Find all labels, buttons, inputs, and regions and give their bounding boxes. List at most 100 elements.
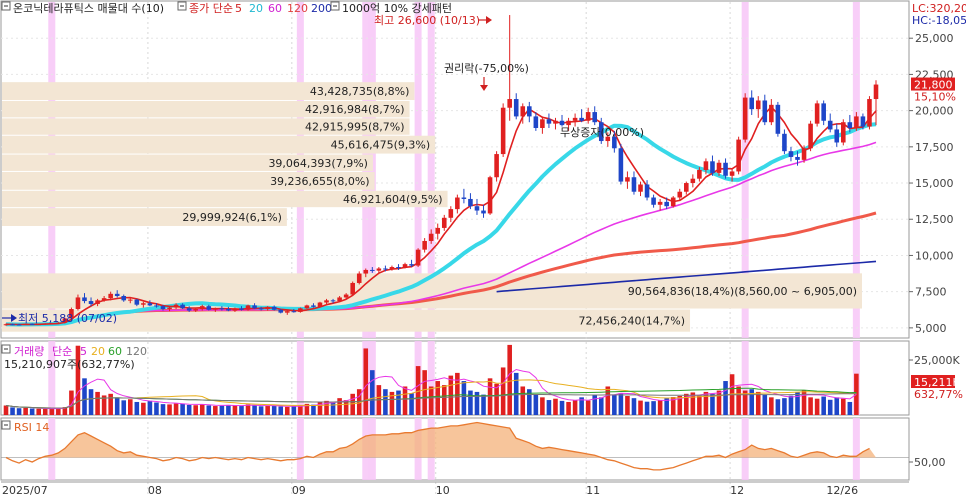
candle-body <box>180 304 185 309</box>
volume-ma-60: 60 <box>108 345 122 358</box>
volume-bar <box>16 408 22 415</box>
candle-body <box>481 210 486 214</box>
price-tick-label: 17,500 <box>915 141 954 154</box>
candle-body <box>389 267 395 270</box>
volume-bar <box>775 399 781 415</box>
volume-bar <box>199 404 205 415</box>
candle-body <box>769 104 774 123</box>
price-tick-label: 10,000 <box>915 249 954 262</box>
current-change: 15,10% <box>914 91 956 104</box>
volume-bar <box>141 402 146 415</box>
candle-body <box>527 106 532 117</box>
candle-body <box>827 120 833 130</box>
price-title[interactable]: 온코닉테라퓨틱스 매물대 수(10) <box>13 2 164 15</box>
candle-body <box>684 183 689 192</box>
candle-body <box>441 217 447 228</box>
volume-bar <box>540 397 545 415</box>
volume-title[interactable]: 거래량 <box>14 345 44 358</box>
volume-bar <box>598 397 604 415</box>
candle-body <box>533 116 539 128</box>
candle-body <box>847 122 853 128</box>
candle-body <box>468 198 473 207</box>
ma-prefix[interactable]: 종가 단순 <box>189 2 233 15</box>
candle-body <box>592 112 598 123</box>
volume-bar <box>206 405 212 415</box>
volume-bar <box>710 393 715 415</box>
candle-body <box>154 305 159 307</box>
volume-bar <box>29 408 35 415</box>
volume-bar <box>402 386 408 415</box>
candle-body <box>343 294 349 298</box>
highlight-band <box>852 418 860 480</box>
volume-bar <box>638 400 643 415</box>
candle-body <box>350 282 355 295</box>
date-label: 09 <box>292 484 306 497</box>
candle-body <box>376 268 382 271</box>
candle-body <box>795 156 800 160</box>
candle-body <box>579 117 584 121</box>
candle-body <box>703 161 709 170</box>
candle-body <box>428 233 434 241</box>
volume-bar <box>147 400 153 415</box>
volume-bar <box>252 405 257 415</box>
candle-body <box>199 306 205 310</box>
candle-body <box>834 129 840 143</box>
profile-label: 45,616,475(9,3%) <box>331 139 431 152</box>
price-tick-label: 15,000 <box>915 177 954 190</box>
candle-body <box>664 201 669 207</box>
date-label: 12 <box>730 484 744 497</box>
volume-bar <box>716 390 722 415</box>
candle-body <box>854 116 859 128</box>
candle-body <box>186 308 192 311</box>
candle-body <box>147 303 153 306</box>
volume-bar <box>782 398 787 415</box>
volume-bar <box>422 370 427 415</box>
volume-bar <box>134 401 140 415</box>
ma-200-label: 200 <box>311 2 332 15</box>
volume-bar <box>533 394 539 415</box>
candle-body <box>618 148 624 182</box>
low-annotation: 최저 5,188 (07/02) <box>18 312 117 325</box>
candle-body <box>801 148 807 160</box>
price-tick-label: 5,000 <box>915 322 947 335</box>
candle-body <box>3 324 9 326</box>
candle-body <box>716 162 722 173</box>
candle-body <box>487 177 493 214</box>
candle-body <box>736 139 741 172</box>
candle-body <box>775 104 781 134</box>
volume-bar <box>808 397 813 415</box>
volume-bar <box>49 408 55 415</box>
volume-bar <box>821 396 826 415</box>
date-axis: 2025/07 08 09 10 11 12 12/26 <box>1 481 909 497</box>
volume-bar <box>180 403 185 415</box>
rsi-title[interactable]: RSI 14 <box>14 421 49 434</box>
candle-body <box>121 296 127 301</box>
date-label: 2025/07 <box>2 484 48 497</box>
volume-bar <box>651 401 656 415</box>
candle-body <box>585 112 591 121</box>
price-tick-label: 12,500 <box>915 213 954 226</box>
candle-body <box>755 100 761 110</box>
candle-body <box>710 161 715 173</box>
volume-bar <box>507 344 512 415</box>
volume-bar <box>795 392 800 415</box>
date-label: 12/26 <box>826 484 858 497</box>
candle-body <box>742 97 748 140</box>
candle-body <box>363 269 369 274</box>
candle-body <box>762 100 768 123</box>
candle-body <box>670 197 676 207</box>
candle-body <box>317 302 323 307</box>
volume-bar <box>461 381 467 415</box>
volume-bar <box>723 381 728 415</box>
volume-bar <box>631 398 637 415</box>
candle-body <box>507 99 512 108</box>
candle-body <box>860 116 866 127</box>
profile-label: 72,456,240(14,7%) <box>579 315 686 328</box>
volume-ma-20: 20 <box>91 345 105 358</box>
candle-body <box>788 151 794 157</box>
volume-bar <box>154 402 159 415</box>
candle-body <box>101 298 107 301</box>
candle-body <box>298 308 303 312</box>
candle-body <box>455 197 460 210</box>
volume-bar <box>258 406 264 415</box>
